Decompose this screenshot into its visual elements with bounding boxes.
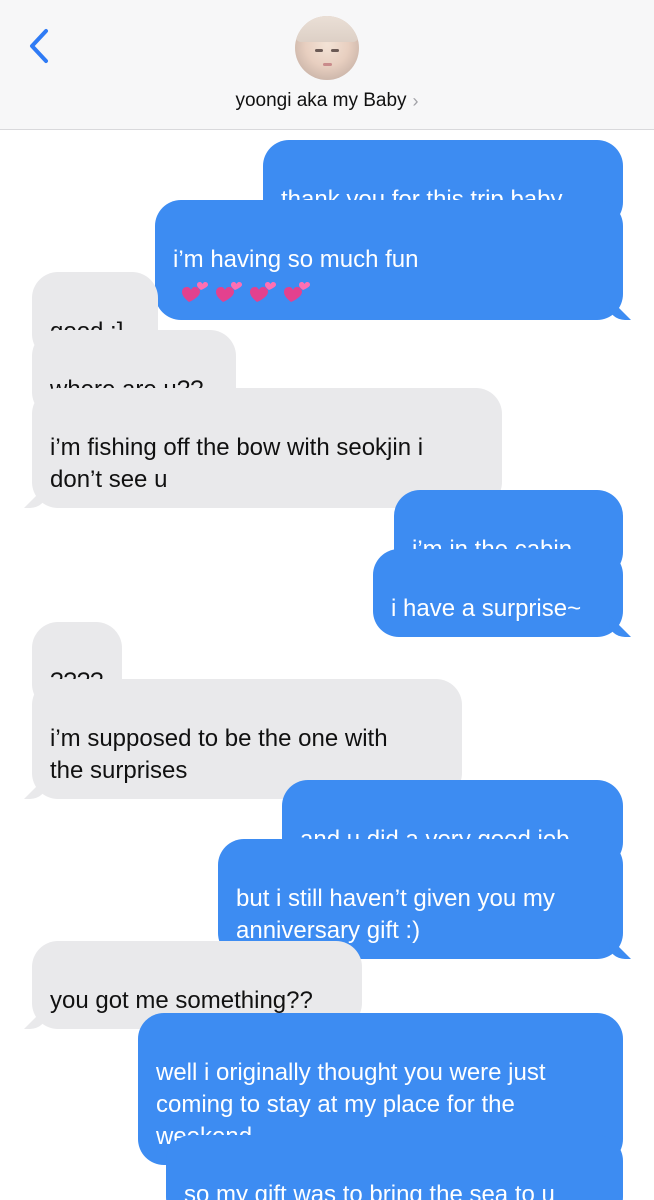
message-text: so my gift was to bring the sea to u — [184, 1181, 555, 1200]
message-text: i’m fishing off the bow with seokjin i d… — [50, 434, 424, 493]
outgoing-message[interactable]: so my gift was to bring the sea to u — [166, 1135, 623, 1200]
message-text: i’m having so much fun — [173, 246, 419, 273]
contact-name-button[interactable]: yoongi aka my Baby › — [0, 90, 654, 112]
outgoing-message[interactable]: i have a surprise~ — [373, 549, 623, 637]
two-hearts-emoji — [250, 281, 276, 302]
two-hearts-emoji — [182, 281, 208, 302]
outgoing-message[interactable]: i’m having so much fun — [155, 200, 623, 320]
contact-name: yoongi aka my Baby — [235, 90, 407, 111]
chevron-left-icon — [30, 29, 48, 63]
conversation-header: yoongi aka my Baby › — [0, 0, 654, 130]
two-hearts-emoji — [284, 281, 310, 302]
message-text: but i still haven’t given you my anniver… — [236, 885, 555, 944]
avatar-mouth — [323, 63, 332, 66]
avatar-hair — [295, 16, 359, 42]
two-hearts-emoji — [216, 281, 242, 302]
message-text: i have a surprise~ — [391, 595, 582, 622]
chevron-right-icon: › — [412, 90, 419, 111]
avatar-eye — [315, 49, 323, 52]
back-button[interactable] — [22, 26, 56, 66]
avatar[interactable] — [295, 16, 359, 80]
message-text: i’m supposed to be the one with the surp… — [50, 725, 388, 784]
emoji-group — [181, 280, 311, 306]
message-text: you got me something?? — [50, 987, 313, 1014]
avatar-eye — [331, 49, 339, 52]
